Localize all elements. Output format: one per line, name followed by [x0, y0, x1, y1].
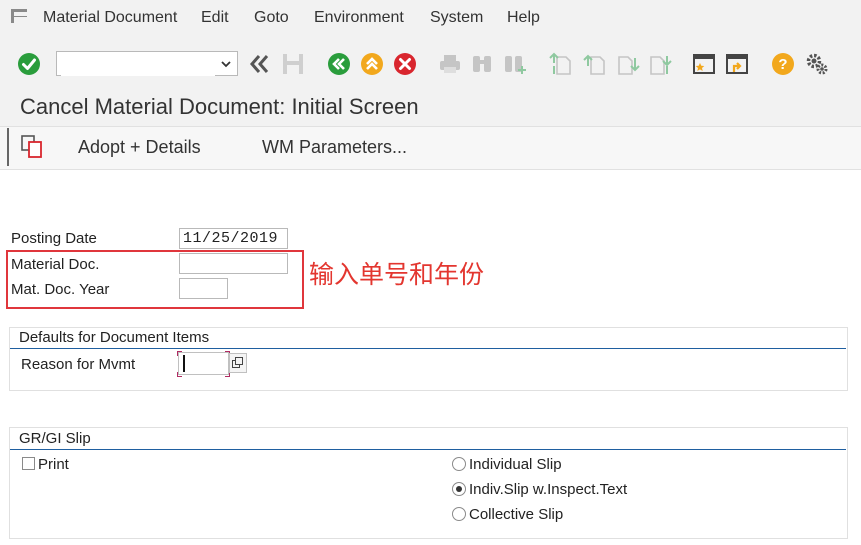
- menu-material-document[interactable]: Material Document: [43, 9, 177, 27]
- individual-slip-radio[interactable]: [452, 457, 466, 471]
- focus-corner: [177, 372, 182, 377]
- find-next-icon[interactable]: [503, 52, 527, 76]
- indiv-slip-inspect-radio[interactable]: [452, 482, 466, 496]
- value-help-icon: [232, 357, 243, 368]
- defaults-group-title: Defaults for Document Items: [19, 329, 210, 346]
- enter-icon[interactable]: [17, 52, 41, 76]
- exit-icon[interactable]: [360, 52, 384, 76]
- next-page-icon[interactable]: [616, 52, 640, 76]
- posting-date-label: Posting Date: [11, 230, 97, 247]
- collective-slip-label: Collective Slip: [469, 506, 564, 523]
- text-cursor: [183, 355, 185, 372]
- collective-slip-radio[interactable]: [452, 507, 466, 521]
- reason-for-mvmt-label: Reason for Mvmt: [21, 356, 136, 373]
- save-icon[interactable]: [281, 52, 305, 76]
- slip-group-line: [10, 449, 846, 450]
- command-field[interactable]: [56, 51, 238, 76]
- highlight-box: [6, 250, 304, 309]
- individual-slip-label: Individual Slip: [469, 456, 562, 473]
- copy-icon[interactable]: [21, 135, 43, 159]
- create-session-icon[interactable]: [692, 52, 716, 76]
- find-icon[interactable]: [470, 52, 494, 76]
- indiv-slip-inspect-label: Indiv.Slip w.Inspect.Text: [469, 481, 628, 498]
- menu-bar: Material Document Edit Goto Environment …: [0, 0, 861, 36]
- reason-for-mvmt-field[interactable]: [178, 352, 229, 375]
- menu-edit[interactable]: Edit: [201, 9, 229, 27]
- menu-help[interactable]: Help: [507, 9, 540, 27]
- command-input[interactable]: [61, 53, 215, 76]
- menu-system[interactable]: System: [430, 9, 483, 27]
- wm-parameters-button[interactable]: WM Parameters...: [262, 137, 407, 158]
- back-double-icon[interactable]: [247, 52, 271, 76]
- page-title: Cancel Material Document: Initial Screen: [20, 94, 419, 119]
- defaults-group-line: [10, 348, 846, 349]
- menu-goto[interactable]: Goto: [254, 9, 289, 27]
- value-help-button[interactable]: [229, 353, 247, 373]
- annotation-text: 输入单号和年份: [309, 260, 485, 289]
- toolbar-divider: [7, 128, 9, 166]
- cancel-icon[interactable]: [393, 52, 417, 76]
- print-checkbox[interactable]: [22, 457, 35, 470]
- prev-page-icon[interactable]: [583, 52, 607, 76]
- menu-environment[interactable]: Environment: [314, 9, 404, 27]
- focus-corner: [177, 351, 182, 356]
- settings-icon[interactable]: [805, 52, 829, 76]
- posting-date-field[interactable]: 11/25/2019: [179, 228, 288, 249]
- back-icon[interactable]: [327, 52, 351, 76]
- svg-text:?: ?: [778, 56, 787, 73]
- first-page-icon[interactable]: [549, 52, 573, 76]
- adopt-details-button[interactable]: Adopt + Details: [78, 137, 201, 158]
- last-page-icon[interactable]: [648, 52, 672, 76]
- shortcut-icon[interactable]: [725, 52, 749, 76]
- menu-icon[interactable]: [11, 9, 27, 23]
- slip-group-title: GR/GI Slip: [19, 430, 91, 447]
- print-icon[interactable]: [438, 52, 462, 76]
- print-label: Print: [38, 456, 69, 473]
- slip-group: [9, 427, 848, 539]
- help-icon[interactable]: ?: [771, 52, 795, 76]
- chevron-down-icon[interactable]: [221, 59, 231, 69]
